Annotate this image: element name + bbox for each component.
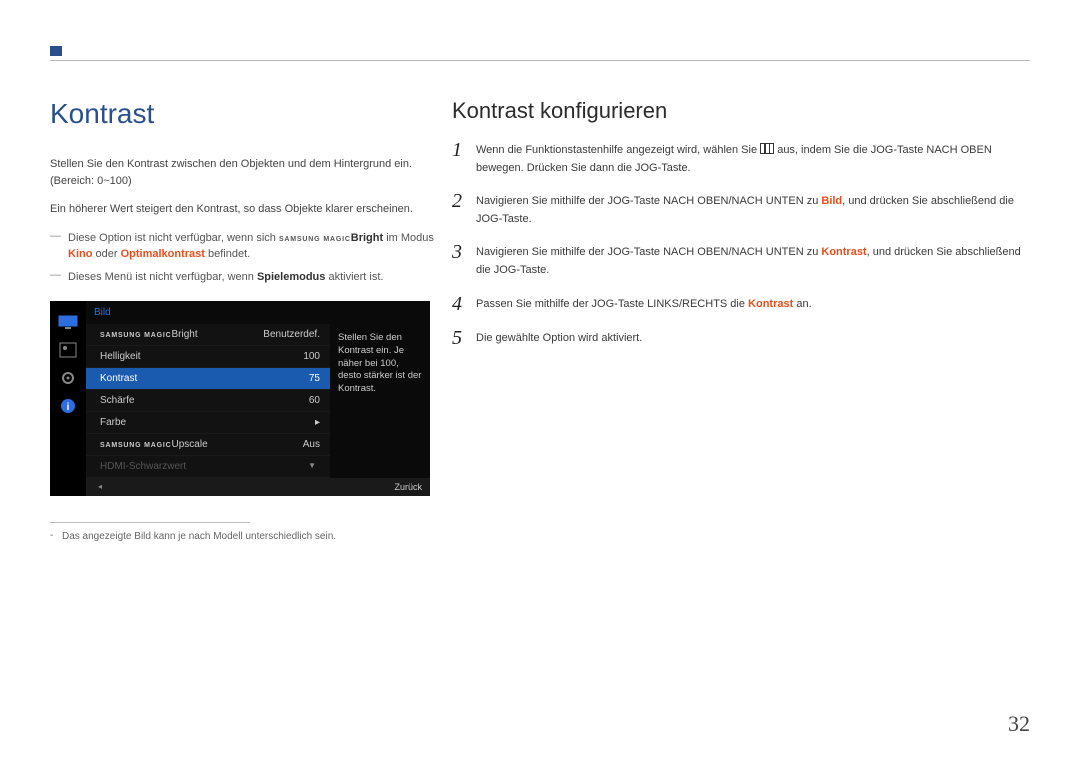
step-body: Die gewählte Option wird aktiviert. <box>476 330 1032 348</box>
osd-label-hdmi: HDMI-Schwarzwert <box>100 461 186 472</box>
osd-footer: ◂ Zurück <box>86 478 430 496</box>
osd-description: Stellen Sie den Kontrast ein. Je näher b… <box>330 324 430 478</box>
monitor-icon <box>57 313 79 331</box>
osd-value-kontrast: 75 <box>309 373 320 384</box>
right-column: Kontrast konfigurieren 1 Wenn die Funkti… <box>452 98 1032 364</box>
osd-row-farbe: Farbe ▸ <box>86 412 330 434</box>
gear-icon <box>57 369 79 387</box>
svg-text:i: i <box>67 402 70 413</box>
step-number: 3 <box>452 242 476 279</box>
step-1: 1 Wenn die Funktionstastenhilfe angezeig… <box>452 142 1032 177</box>
note-1-part-c: oder <box>92 248 120 260</box>
step-2: 2 Navigieren Sie mithilfe der JOG-Taste … <box>452 193 1032 228</box>
osd-row-samsung2: SAMSUNG <box>100 442 141 449</box>
step-4-text-a: Passen Sie mithilfe der JOG-Taste LINKS/… <box>476 298 748 310</box>
step-list: 1 Wenn die Funktionstastenhilfe angezeig… <box>452 142 1032 348</box>
page-number: 32 <box>1008 711 1030 737</box>
menu-icon <box>760 143 774 154</box>
osd-label-kontrast: Kontrast <box>100 373 137 384</box>
header-accent-block <box>50 46 62 56</box>
step-number: 5 <box>452 328 476 348</box>
note-1-part-a: Diese Option ist nicht verfügbar, wenn s… <box>68 232 279 244</box>
kino-label: Kino <box>68 248 92 260</box>
osd-row-kontrast: Kontrast 75 <box>86 368 330 390</box>
osd-row-helligkeit: Helligkeit 100 <box>86 346 330 368</box>
step-number: 2 <box>452 191 476 228</box>
osd-row-magic-upscale: SAMSUNG MAGICUpscale Aus <box>86 434 330 456</box>
spielemodus-label: Spielemodus <box>257 271 325 283</box>
chevron-left-icon: ◂ <box>94 482 106 492</box>
note-1-part-d: befindet. <box>205 248 250 260</box>
osd-value-helligkeit: 100 <box>303 351 320 362</box>
step-4: 4 Passen Sie mithilfe der JOG-Taste LINK… <box>452 296 1032 314</box>
step-2-text-a: Navigieren Sie mithilfe der JOG-Taste NA… <box>476 195 821 207</box>
osd-value-upscale: Aus <box>303 439 320 450</box>
osd-body: Bild SAMSUNG MAGICBright Benutzerdef. He… <box>86 301 430 496</box>
osd-row-magic: MAGIC <box>144 332 171 339</box>
step-3-text-a: Navigieren Sie mithilfe der JOG-Taste NA… <box>476 246 821 258</box>
step-number: 4 <box>452 294 476 314</box>
osd-menu: SAMSUNG MAGICBright Benutzerdef. Helligk… <box>86 324 330 478</box>
chevron-down-icon: ▼ <box>304 461 320 472</box>
section-heading: Kontrast <box>50 98 440 130</box>
intro-text-2: Ein höherer Wert steigert den Kontrast, … <box>50 201 440 218</box>
subsection-heading: Kontrast konfigurieren <box>452 98 1032 124</box>
samsung-label: SAMSUNG <box>279 236 320 243</box>
step-number: 1 <box>452 140 476 177</box>
magic-label: MAGIC <box>323 236 350 243</box>
note-2-part-a: Dieses Menü ist nicht verfügbar, wenn <box>68 271 257 283</box>
osd-label-helligkeit: Helligkeit <box>100 351 141 362</box>
note-2-part-b: aktiviert ist. <box>325 271 383 283</box>
picture-icon <box>57 341 79 359</box>
osd-value-farbe: ▸ <box>315 417 320 428</box>
osd-back-label: Zurück <box>394 482 422 492</box>
osd-row-schaerfe: Schärfe 60 <box>86 390 330 412</box>
osd-label-schaerfe: Schärfe <box>100 395 134 406</box>
optimalkontrast-label: Optimalkontrast <box>121 248 205 260</box>
note-2: Dieses Menü ist nicht verfügbar, wenn Sp… <box>50 269 440 286</box>
osd-header: Bild <box>86 301 430 324</box>
step-body: Wenn die Funktionstastenhilfe angezeigt … <box>476 142 1032 177</box>
step-1-text-a: Wenn die Funktionstastenhilfe angezeigt … <box>476 144 760 156</box>
step-body: Navigieren Sie mithilfe der JOG-Taste NA… <box>476 193 1032 228</box>
osd-row-bright: Bright <box>172 329 198 340</box>
osd-value-schaerfe: 60 <box>309 395 320 406</box>
step-4-text-b: an. <box>793 298 811 310</box>
info-icon: i <box>57 397 79 415</box>
step-3-bold: Kontrast <box>821 246 866 258</box>
header-rule <box>50 60 1030 61</box>
bright-label: Bright <box>351 232 383 244</box>
osd-sidebar: i <box>50 301 86 496</box>
footnote-separator <box>50 522 250 523</box>
intro-text-1: Stellen Sie den Kontrast zwischen den Ob… <box>50 156 440 189</box>
osd-value-benutzerdef: Benutzerdef. <box>263 329 320 340</box>
note-1: Diese Option ist nicht verfügbar, wenn s… <box>50 230 440 263</box>
step-4-bold: Kontrast <box>748 298 793 310</box>
step-3: 3 Navigieren Sie mithilfe der JOG-Taste … <box>452 244 1032 279</box>
step-2-bold: Bild <box>821 195 842 207</box>
step-body: Passen Sie mithilfe der JOG-Taste LINKS/… <box>476 296 1032 314</box>
osd-screenshot: i Bild SAMSUNG MAGICBright Benutzerdef. … <box>50 301 430 496</box>
osd-middle: SAMSUNG MAGICBright Benutzerdef. Helligk… <box>86 324 430 478</box>
osd-row-hdmi: HDMI-Schwarzwert ▼ <box>86 456 330 478</box>
left-column: Kontrast Stellen Sie den Kontrast zwisch… <box>50 98 440 542</box>
osd-row-magic-bright: SAMSUNG MAGICBright Benutzerdef. <box>86 324 330 346</box>
osd-label-farbe: Farbe <box>100 417 126 428</box>
osd-row-magic2: MAGIC <box>144 442 171 449</box>
step-body: Navigieren Sie mithilfe der JOG-Taste NA… <box>476 244 1032 279</box>
osd-row-upscale: Upscale <box>172 439 208 450</box>
note-1-part-b: im Modus <box>383 232 434 244</box>
footnote: Das angezeigte Bild kann je nach Modell … <box>50 531 440 542</box>
osd-row-samsung: SAMSUNG <box>100 332 141 339</box>
step-5-text-a: Die gewählte Option wird aktiviert. <box>476 332 642 344</box>
step-5: 5 Die gewählte Option wird aktiviert. <box>452 330 1032 348</box>
